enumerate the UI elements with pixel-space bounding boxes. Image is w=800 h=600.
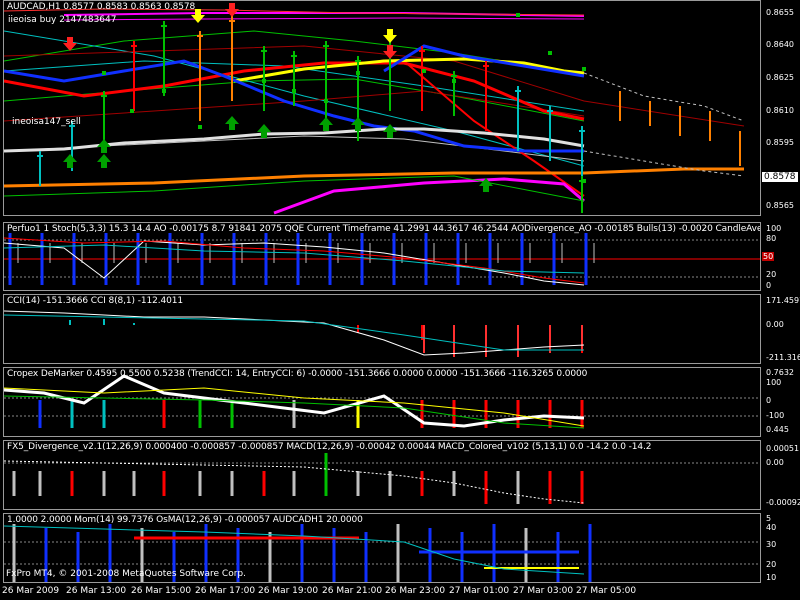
buy-arrow-icon [97,139,111,153]
main-chart-title: AUDCAD,H1 0.8577 0.8583 0.8563 0.8578 [7,2,196,12]
buy-arrow-icon [225,116,239,130]
mom-scale-0: 5 [766,514,772,523]
time-label-5: 26 Mar 21:00 [322,586,383,596]
time-label-0: 26 Mar 2009 [2,586,60,596]
stochastic-indicator-pane[interactable]: Perfuo1 1 Stoch(5,3,3) 15.3 14.4 AO -0.0… [3,222,761,291]
mom-scale-20: 20 [766,560,777,569]
macd-scale-max: 0.00051 [766,444,800,453]
macd-scale-min: -0.00092 [766,498,800,507]
momentum-title: 1.0000 2.0000 Mom(14) 99.7376 OsMA(12,26… [7,515,363,525]
dem-scale-4: 0.445 [766,425,789,434]
time-label-2: 26 Mar 15:00 [131,586,192,596]
buy-signal-label: iieoisa buy 2147483647 [8,15,117,25]
time-label-3: 26 Mar 17:00 [195,586,256,596]
sell-arrow-icon [383,45,397,59]
sell-signal-label: ineoisa147_sell [12,117,81,127]
price-label-4: 0.8595 [766,138,794,147]
macd-indicator-pane[interactable]: FX5_Divergence_v2.1(12,26,9) 0.000400 -0… [3,440,761,510]
price-chart-pane[interactable]: AUDCAD,H1 0.8577 0.8583 0.8563 0.8578 ii… [3,0,761,216]
mom-scale-10: 10 [766,573,777,582]
current-price-tag: 0.8578 [762,172,798,182]
stoch-scale-80: 80 [766,234,777,243]
macd-scale-zero: 0.00 [766,458,784,467]
cci-scale-min: -211.316 [766,353,800,362]
signal-dot [324,99,328,103]
stoch-scale-0: 0 [766,281,772,290]
buy-arrow-icon [351,117,365,131]
stoch-scale-50: 50 [762,252,775,261]
signal-dot [292,89,296,93]
signal-dot [262,79,266,83]
signal-dot [422,69,426,73]
sell-arrow-icon [225,3,239,17]
demarker-indicator-pane[interactable]: Cropex DeMarker 0.4595 0.5500 0.5238 (Tr… [3,367,761,437]
price-label-5: 0.8565 [766,201,794,210]
mom-scale-40: 40 [766,523,777,532]
demarker-title: Cropex DeMarker 0.4595 0.5500 0.5238 (Tr… [7,369,588,379]
time-label-7: 27 Mar 01:00 [449,586,510,596]
stoch-scale-100: 100 [766,224,782,233]
time-label-6: 26 Mar 23:00 [385,586,446,596]
signal-dot [130,109,134,113]
time-label-4: 26 Mar 19:00 [258,586,319,596]
orange-line [4,167,744,188]
dem-scale-1: 100 [766,378,782,387]
signal-dot [162,89,166,93]
stoch-scale-20: 20 [766,270,777,279]
price-label-0: 0.8655 [766,8,794,17]
signal-dot [102,71,106,75]
price-label-2: 0.8625 [766,73,794,82]
time-label-1: 26 Mar 13:00 [66,586,127,596]
dem-scale-0: 0.7632 [766,368,794,377]
cci-indicator-pane[interactable]: CCI(14) -151.3666 CCI 8(8,1) -112.4011 [3,294,761,364]
cci-scale-zero: 0.00 [766,320,784,329]
yellow-ma [233,57,585,83]
buy-arrow-icon [97,154,111,168]
signal-dot [356,71,360,75]
price-label-1: 0.8640 [766,40,794,49]
forecast-orange-bars [619,91,741,166]
time-label-8: 27 Mar 03:00 [513,586,574,596]
dem-scale-2: 0 [766,396,772,405]
macd-title: FX5_Divergence_v2.1(12,26,9) 0.000400 -0… [7,442,652,452]
cci-scale-max: 171.4597 [766,296,800,305]
signal-dot [582,67,586,71]
time-axis: 26 Mar 2009 26 Mar 13:00 26 Mar 15:00 26… [0,584,800,600]
price-chart-canvas[interactable] [4,1,761,216]
mom-scale-30: 30 [766,540,777,549]
signal-dot [582,179,586,183]
buy-arrow-icon [319,117,333,131]
magenta-bottom [273,177,585,215]
sell-arrow-icon [383,29,397,43]
signal-dot [452,79,456,83]
signal-dot [516,13,520,17]
dem-scale-3: -100 [766,411,785,420]
time-label-9: 27 Mar 05:00 [576,586,637,596]
magenta-top-line2 [63,17,585,21]
signal-dot [548,51,552,55]
price-label-3: 0.8610 [766,106,794,115]
copyright-text: FxPro MT4, © 2001-2008 MetaQuotes Softwa… [6,569,246,579]
buy-arrow-icon [63,154,77,168]
stochastic-title: Perfuo1 1 Stoch(5,3,3) 15.3 14.4 AO -0.0… [7,224,761,234]
signal-dot [198,125,202,129]
cci-title: CCI(14) -151.3666 CCI 8(8,1) -112.4011 [7,296,184,306]
